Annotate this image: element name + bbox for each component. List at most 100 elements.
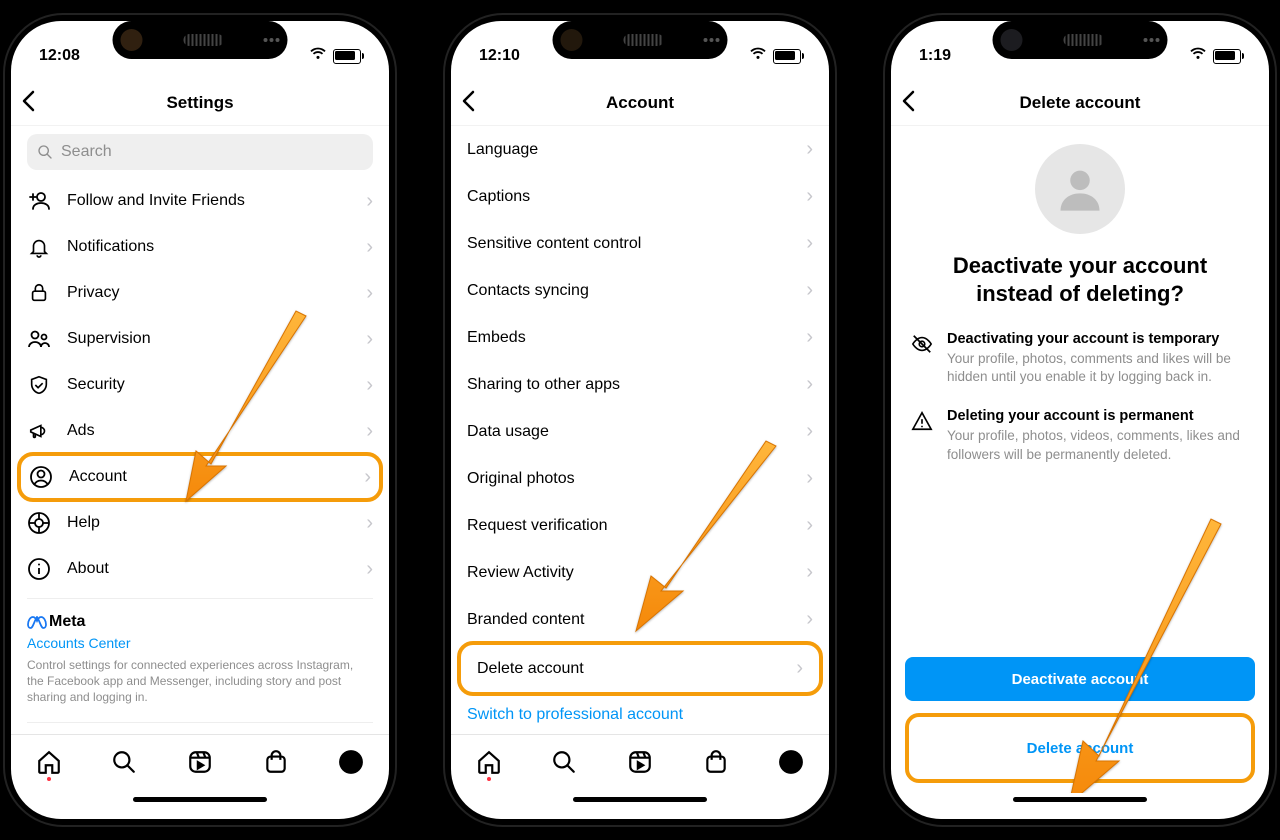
battery-icon bbox=[1213, 49, 1241, 64]
home-indicator bbox=[891, 793, 1269, 819]
row-label: Privacy bbox=[67, 284, 366, 302]
chevron-right-icon: › bbox=[366, 374, 373, 397]
row-supervision[interactable]: Supervision › bbox=[11, 316, 389, 362]
tab-home[interactable] bbox=[36, 749, 62, 775]
home-indicator bbox=[451, 793, 829, 819]
add-user-icon bbox=[27, 189, 51, 213]
row-captions[interactable]: Captions› bbox=[451, 173, 829, 220]
row-verify[interactable]: Request verification› bbox=[451, 502, 829, 549]
nav-header: Delete account bbox=[891, 81, 1269, 126]
info-delete: Deleting your account is permanent Your … bbox=[891, 402, 1269, 479]
row-label: Notifications bbox=[67, 238, 366, 256]
tab-reels[interactable] bbox=[187, 749, 213, 775]
deactivate-heading: Deactivate your account instead of delet… bbox=[891, 246, 1269, 325]
chevron-right-icon: › bbox=[366, 236, 373, 259]
chevron-right-icon: › bbox=[366, 282, 373, 305]
row-privacy[interactable]: Privacy › bbox=[11, 270, 389, 316]
tab-home[interactable] bbox=[476, 749, 502, 775]
info-deactivate: Deactivating your account is temporary Y… bbox=[891, 325, 1269, 402]
row-follow-invite[interactable]: Follow and Invite Friends › bbox=[11, 178, 389, 224]
back-button[interactable] bbox=[21, 89, 35, 117]
tab-bar bbox=[451, 734, 829, 793]
tab-shop[interactable] bbox=[263, 749, 289, 775]
row-ads[interactable]: Ads › bbox=[11, 408, 389, 454]
wifi-icon bbox=[1189, 47, 1207, 65]
chevron-right-icon: › bbox=[806, 561, 813, 584]
phone-delete-account: 1:19 Delete account Deactivate your acco… bbox=[885, 15, 1275, 825]
people-icon bbox=[27, 327, 51, 351]
dynamic-island bbox=[113, 21, 288, 59]
help-icon bbox=[27, 511, 51, 535]
row-embeds[interactable]: Embeds› bbox=[451, 314, 829, 361]
row-review[interactable]: Review Activity› bbox=[451, 549, 829, 596]
search-input[interactable]: Search bbox=[27, 134, 373, 170]
phone-settings: 12:08 Settings Search Follow and Invite … bbox=[5, 15, 395, 825]
accounts-center-link[interactable]: Accounts Center bbox=[11, 633, 389, 651]
row-delete-account[interactable]: Delete account› bbox=[457, 641, 823, 696]
chevron-right-icon: › bbox=[366, 190, 373, 213]
deactivate-button[interactable]: Deactivate account bbox=[905, 657, 1255, 701]
chevron-right-icon: › bbox=[796, 657, 803, 680]
meta-brand: Meta bbox=[11, 599, 389, 633]
row-contacts[interactable]: Contacts syncing› bbox=[451, 267, 829, 314]
tab-search[interactable] bbox=[551, 749, 577, 775]
tab-profile[interactable] bbox=[778, 749, 804, 775]
row-security[interactable]: Security › bbox=[11, 362, 389, 408]
logins-label: Logins bbox=[11, 723, 389, 734]
row-original[interactable]: Original photos› bbox=[451, 455, 829, 502]
nav-header: Settings bbox=[11, 81, 389, 126]
account-icon bbox=[29, 465, 53, 489]
wifi-icon bbox=[309, 47, 327, 65]
chevron-right-icon: › bbox=[806, 373, 813, 396]
dynamic-island bbox=[993, 21, 1168, 59]
chevron-right-icon: › bbox=[364, 466, 371, 489]
shield-icon bbox=[27, 373, 51, 397]
row-branded[interactable]: Branded content› bbox=[451, 596, 829, 643]
tab-search[interactable] bbox=[111, 749, 137, 775]
status-time: 12:08 bbox=[39, 47, 80, 65]
row-label: About bbox=[67, 560, 366, 578]
row-label: Account bbox=[69, 468, 364, 486]
page-title: Delete account bbox=[1020, 93, 1141, 113]
avatar-placeholder bbox=[1035, 144, 1125, 234]
search-icon bbox=[37, 144, 53, 160]
page-title: Settings bbox=[166, 93, 233, 113]
tab-reels[interactable] bbox=[627, 749, 653, 775]
bell-icon bbox=[27, 235, 51, 259]
row-notifications[interactable]: Notifications › bbox=[11, 224, 389, 270]
chevron-right-icon: › bbox=[806, 185, 813, 208]
row-sensitive[interactable]: Sensitive content control› bbox=[451, 220, 829, 267]
back-button[interactable] bbox=[901, 89, 915, 117]
row-language[interactable]: Language› bbox=[451, 126, 829, 173]
tab-profile[interactable] bbox=[338, 749, 364, 775]
search-placeholder: Search bbox=[61, 143, 112, 161]
nav-header: Account bbox=[451, 81, 829, 126]
chevron-right-icon: › bbox=[806, 514, 813, 537]
wifi-icon bbox=[749, 47, 767, 65]
chevron-right-icon: › bbox=[806, 138, 813, 161]
row-data[interactable]: Data usage› bbox=[451, 408, 829, 455]
row-about[interactable]: About › bbox=[11, 546, 389, 592]
chevron-right-icon: › bbox=[806, 279, 813, 302]
home-indicator bbox=[11, 793, 389, 819]
eye-off-icon bbox=[911, 333, 933, 386]
info-icon bbox=[27, 557, 51, 581]
chevron-right-icon: › bbox=[806, 326, 813, 349]
chevron-right-icon: › bbox=[366, 512, 373, 535]
tab-shop[interactable] bbox=[703, 749, 729, 775]
row-sharing[interactable]: Sharing to other apps› bbox=[451, 361, 829, 408]
battery-icon bbox=[773, 49, 801, 64]
megaphone-icon bbox=[27, 419, 51, 443]
link-switch-pro[interactable]: Switch to professional account bbox=[451, 694, 829, 734]
delete-button[interactable]: Delete account bbox=[905, 713, 1255, 783]
row-help[interactable]: Help › bbox=[11, 500, 389, 546]
row-label: Ads bbox=[67, 422, 366, 440]
row-account[interactable]: Account › bbox=[17, 452, 383, 502]
back-button[interactable] bbox=[461, 89, 475, 117]
chevron-right-icon: › bbox=[806, 420, 813, 443]
lock-icon bbox=[27, 281, 51, 305]
row-label: Follow and Invite Friends bbox=[67, 192, 366, 210]
row-label: Supervision bbox=[67, 330, 366, 348]
meta-logo-icon bbox=[27, 616, 45, 628]
page-title: Account bbox=[606, 93, 674, 113]
